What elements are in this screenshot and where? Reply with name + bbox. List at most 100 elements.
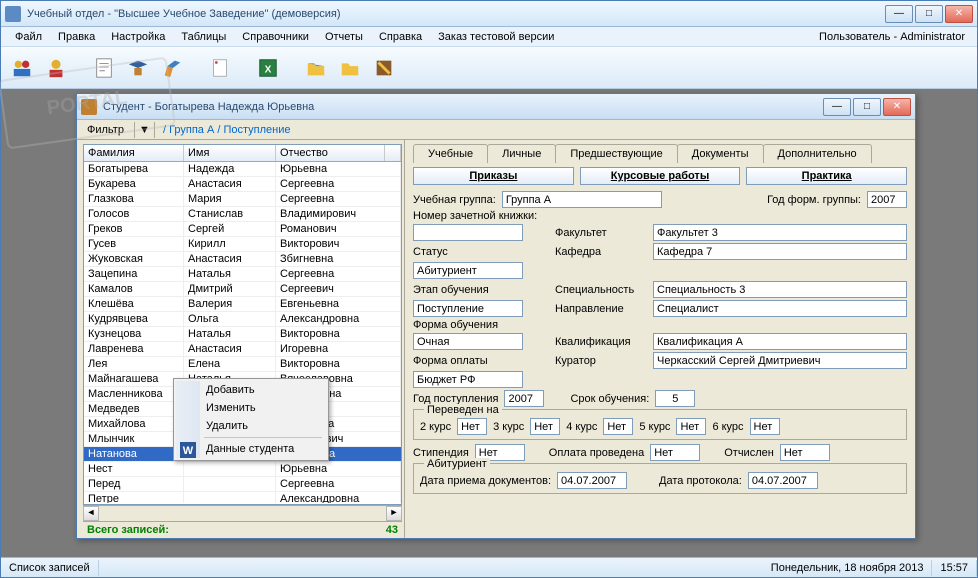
faculty-label: Факультет — [555, 227, 647, 239]
k2-field[interactable] — [457, 418, 487, 435]
cm-add[interactable]: Добавить — [176, 381, 326, 399]
transfer-legend: Переведен на — [424, 404, 502, 416]
year-field[interactable] — [867, 191, 907, 208]
pay-label: Форма оплаты — [413, 355, 523, 367]
tb-students-icon[interactable] — [7, 53, 37, 83]
table-row[interactable]: ГлазковаМарияСергеевна — [84, 192, 401, 207]
menu-reports[interactable]: Отчеты — [317, 29, 371, 45]
table-row[interactable]: БогатыреваНадеждаЮрьевна — [84, 162, 401, 177]
tab-personal[interactable]: Личные — [487, 144, 556, 163]
menubar: Файл Правка Настройка Таблицы Справочник… — [1, 27, 977, 47]
docdate-field[interactable] — [557, 472, 627, 489]
grid-footer: Всего записей: 43 — [83, 521, 402, 538]
maximize-button[interactable]: □ — [915, 5, 943, 23]
table-row[interactable]: ГолосовСтаниславВладимирович — [84, 207, 401, 222]
protodate-field[interactable] — [748, 472, 818, 489]
paid-field[interactable] — [650, 444, 700, 461]
expelled-label: Отчислен — [724, 447, 774, 459]
table-row[interactable]: КлешёваВалерияЕвгеньевна — [84, 297, 401, 312]
edu-form: Учебная группа: Год форм. группы: Номер … — [413, 189, 907, 496]
pay-field[interactable] — [413, 371, 523, 388]
user-label: Пользователь - Administrator — [819, 31, 971, 43]
tab-docs[interactable]: Документы — [677, 144, 764, 163]
k3-field[interactable] — [530, 418, 560, 435]
btn-orders[interactable]: Приказы — [413, 167, 574, 185]
scroll-left-icon[interactable]: ◄ — [83, 506, 99, 521]
tab-extra[interactable]: Дополнительно — [763, 144, 872, 163]
table-row[interactable]: ПетреАлександровна — [84, 492, 401, 503]
curator-label: Куратор — [555, 355, 647, 367]
status-field[interactable] — [413, 262, 523, 279]
menu-setup[interactable]: Настройка — [103, 29, 173, 45]
col-name[interactable]: Имя — [184, 145, 276, 161]
tab-prev[interactable]: Предшествующие — [555, 144, 677, 163]
btn-coursework[interactable]: Курсовые работы — [580, 167, 741, 185]
menu-tables[interactable]: Таблицы — [173, 29, 234, 45]
tb-student-icon[interactable] — [41, 53, 71, 83]
stage-field[interactable] — [413, 300, 523, 317]
filter-icon[interactable]: ▼ — [135, 122, 155, 138]
table-row[interactable]: ЗацепинаНатальяСергеевна — [84, 267, 401, 282]
table-row[interactable]: ЛавреневаАнастасияИгоревна — [84, 342, 401, 357]
dept-field[interactable] — [653, 243, 907, 260]
term-field[interactable] — [655, 390, 695, 407]
k5-field[interactable] — [676, 418, 706, 435]
k6-field[interactable] — [750, 418, 780, 435]
child-maximize-button[interactable]: □ — [853, 98, 881, 116]
curator-field[interactable] — [653, 352, 907, 369]
cm-delete[interactable]: Удалить — [176, 417, 326, 435]
menu-order[interactable]: Заказ тестовой версии — [430, 29, 562, 45]
scroll-right-icon[interactable]: ► — [386, 506, 402, 521]
expelled-field[interactable] — [780, 444, 830, 461]
child-minimize-button[interactable]: — — [823, 98, 851, 116]
col-surname[interactable]: Фамилия — [84, 145, 184, 161]
tb-folder-icon[interactable] — [301, 53, 331, 83]
h-scrollbar[interactable]: ◄ ► — [83, 505, 402, 521]
breadcrumb[interactable]: / Группа А / Поступление — [155, 122, 299, 138]
tb-graduate-icon[interactable] — [123, 53, 153, 83]
table-row[interactable]: ЛеяЕленаВикторовна — [84, 357, 401, 372]
table-row[interactable]: ЖуковскаяАнастасияЗбигневна — [84, 252, 401, 267]
book-field[interactable] — [413, 224, 523, 241]
tb-excel-icon[interactable]: X — [253, 53, 283, 83]
students-grid-pane: Фамилия Имя Отчество БогатыреваНадеждаЮр… — [77, 140, 405, 538]
menu-file[interactable]: Файл — [7, 29, 50, 45]
table-row[interactable]: ГрековСергейРоманович — [84, 222, 401, 237]
table-row[interactable]: КудрявцеваОльгаАлександровна — [84, 312, 401, 327]
cm-student-data[interactable]: W Данные студента — [176, 440, 326, 458]
menu-refs[interactable]: Справочники — [234, 29, 317, 45]
status-date: Понедельник, 18 ноября 2013 — [763, 560, 933, 576]
k4-field[interactable] — [603, 418, 633, 435]
table-row[interactable]: НестЮрьевна — [84, 462, 401, 477]
tab-edu[interactable]: Учебные — [413, 144, 488, 163]
svg-text:X: X — [265, 64, 272, 75]
tb-doc-icon[interactable] — [89, 53, 119, 83]
tb-folder2-icon[interactable] — [335, 53, 365, 83]
spec-field[interactable] — [653, 281, 907, 298]
spec-label: Специальность — [555, 284, 647, 296]
tb-pencil-icon[interactable] — [157, 53, 187, 83]
tb-report-icon[interactable] — [205, 53, 235, 83]
cm-edit[interactable]: Изменить — [176, 399, 326, 417]
minimize-button[interactable]: — — [885, 5, 913, 23]
table-row[interactable]: КузнецоваНатальяВикторовна — [84, 327, 401, 342]
faculty-field[interactable] — [653, 224, 907, 241]
table-row[interactable]: КамаловДмитрийСергеевич — [84, 282, 401, 297]
table-row[interactable]: ПередСергеевна — [84, 477, 401, 492]
admyear-field[interactable] — [504, 390, 544, 407]
svg-text:W: W — [183, 445, 194, 457]
table-row[interactable]: ГусевКириллВикторович — [84, 237, 401, 252]
child-close-button[interactable]: ✕ — [883, 98, 911, 116]
group-field[interactable] — [502, 191, 662, 208]
menu-edit[interactable]: Правка — [50, 29, 103, 45]
close-button[interactable]: ✕ — [945, 5, 973, 23]
btn-practice[interactable]: Практика — [746, 167, 907, 185]
menu-help[interactable]: Справка — [371, 29, 430, 45]
tb-brush-icon[interactable] — [369, 53, 399, 83]
mode-field[interactable] — [413, 333, 523, 350]
col-patronymic[interactable]: Отчество — [276, 145, 385, 161]
table-row[interactable]: БукареваАнастасияСергеевна — [84, 177, 401, 192]
qual-field[interactable] — [653, 333, 907, 350]
total-label: Всего записей: — [87, 524, 169, 536]
dir-field[interactable] — [653, 300, 907, 317]
